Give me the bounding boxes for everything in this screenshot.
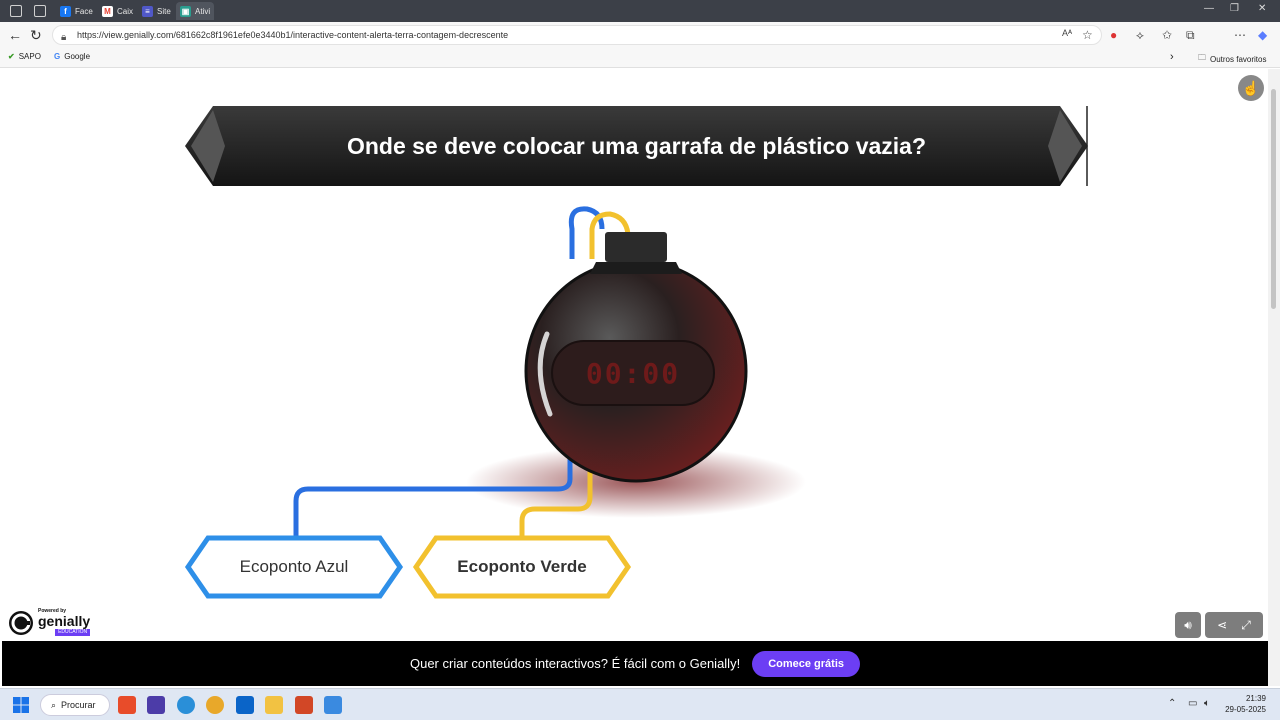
touch-icon[interactable]: ☝ <box>1238 75 1264 101</box>
back-icon[interactable]: ← <box>8 27 22 43</box>
chevron-right-icon[interactable]: › <box>1170 51 1174 63</box>
taskbar-search[interactable]: ⌕ Procurar <box>40 694 110 716</box>
answer-ecoponto-verde[interactable]: Ecoponto Verde <box>412 535 632 599</box>
url-text: https://view.genially.com/681662c8f1961e… <box>77 30 509 40</box>
page-scrollbar[interactable] <box>1268 69 1280 686</box>
chrome-app-icon[interactable] <box>206 696 224 714</box>
outlook-app-icon[interactable] <box>236 696 254 714</box>
clock-time: 21:39 <box>1245 694 1266 703</box>
sound-icon[interactable]: 🔊︎ <box>1175 612 1201 638</box>
other-favorites-label: Outros favoritos <box>1210 54 1267 64</box>
bookmark-label: Google <box>64 52 91 61</box>
photos-app-icon[interactable] <box>324 696 342 714</box>
refresh-icon[interactable]: ↻ <box>30 27 42 43</box>
bookmark-sapo[interactable]: ✔ SAPO <box>8 52 41 61</box>
sapo-icon: ✔ <box>8 52 15 61</box>
restore-icon[interactable]: ❐ <box>1230 3 1239 14</box>
powerpoint-app-icon[interactable] <box>295 696 313 714</box>
genially-g-icon <box>9 610 33 635</box>
folder-icon: 🗀 <box>1198 53 1206 62</box>
tab-label: Ativi <box>195 6 211 16</box>
file-explorer-icon[interactable] <box>265 696 283 714</box>
favorites-icon[interactable]: ✩ <box>1162 28 1172 42</box>
collections-icon[interactable]: ⧉ <box>1186 28 1195 43</box>
search-label: Procurar <box>61 700 96 710</box>
extension-icon[interactable]: ● <box>1110 28 1117 42</box>
copilot-icon[interactable]: ◆ <box>1258 28 1267 42</box>
windows-taskbar: ⌕ Procurar ⌃ ▭ 🔈︎ 21:39 29-05-2025 <box>0 688 1280 720</box>
url-field[interactable]: 🔒︎ https://view.genially.com/681662c8f19… <box>52 25 1102 45</box>
promo-text: Quer criar conteúdos interactivos? É fác… <box>409 656 741 671</box>
browser-tab-bar: f Face M Caix ≡ Site ▣ Ativi — ❐ ✕ <box>0 0 1280 22</box>
genially-canvas: Onde se deve colocar uma garrafa de plás… <box>2 69 1268 641</box>
start-free-button[interactable]: Comece grátis <box>752 650 860 677</box>
read-aloud-icon[interactable]: Aᴬ <box>1062 28 1072 38</box>
answer-label: Ecoponto Verde <box>457 557 587 576</box>
answer-label: Ecoponto Azul <box>239 557 349 576</box>
facebook-icon: f <box>60 5 71 17</box>
genially-wordmark: genially <box>38 613 91 629</box>
bookmark-google[interactable]: G Google <box>54 52 90 61</box>
gmail-icon: M <box>102 5 113 17</box>
countdown-timer: 00:00 <box>585 356 681 390</box>
tab-label: Face <box>75 6 93 16</box>
chevron-up-icon[interactable]: ⌃ <box>1168 698 1176 709</box>
tab-facebook[interactable]: f Face <box>56 2 97 20</box>
answer-ecoponto-azul[interactable]: Ecoponto Azul <box>184 535 404 599</box>
office-app-icon[interactable] <box>118 696 136 714</box>
scrollbar-thumb[interactable] <box>1271 89 1276 309</box>
fullscreen-icon[interactable]: ⤢ <box>1241 618 1251 633</box>
volume-icon[interactable]: 🔈︎ <box>1204 698 1210 709</box>
minimize-icon[interactable]: — <box>1204 3 1214 14</box>
genially-tab-icon: ▣ <box>180 5 191 17</box>
star-icon[interactable]: ☆ <box>1082 28 1093 42</box>
question-banner: Onde se deve colocar uma garrafa de plás… <box>185 106 1088 186</box>
tab-site[interactable]: ≡ Site <box>138 2 175 20</box>
bookmark-label: SAPO <box>18 52 41 61</box>
bookmarks-bar: ✔ SAPO G Google › 🗀 Outros favoritos <box>0 48 1280 68</box>
education-badge: EDUCATION <box>55 629 91 636</box>
tab-label: Site <box>157 6 171 16</box>
edge-app-icon[interactable] <box>177 696 195 714</box>
taskbar-clock[interactable]: 21:39 29-05-2025 <box>1225 693 1266 715</box>
tab-mail[interactable]: M Caix <box>98 2 137 20</box>
network-icon[interactable]: ▭ <box>1188 698 1197 709</box>
share-fullscreen-controls: ⋖ ⤢ <box>1205 612 1263 638</box>
site-icon: ≡ <box>142 5 153 17</box>
other-favorites[interactable]: 🗀 Outros favoritos <box>1198 52 1266 66</box>
workspaces-icon[interactable] <box>10 5 22 17</box>
clock-date: 29-05-2025 <box>1225 705 1266 714</box>
close-icon[interactable]: ✕ <box>1258 3 1266 14</box>
search-icon: ⌕ <box>51 699 57 710</box>
question-text: Onde se deve colocar uma garrafa de plás… <box>346 132 927 159</box>
extensions-puzzle-icon[interactable]: ⟡ <box>1136 28 1144 43</box>
address-bar-row: ← ↻ 🔒︎ https://view.genially.com/681662c… <box>0 22 1280 48</box>
lock-icon: 🔒︎ <box>61 32 67 43</box>
promo-banner: Quer criar conteúdos interactivos? É fác… <box>2 641 1268 686</box>
genially-logo[interactable]: Powered by genially EDUCATION <box>8 609 91 636</box>
windows-start-icon[interactable] <box>12 696 30 714</box>
google-icon: G <box>54 52 61 61</box>
teams-app-icon[interactable] <box>147 696 165 714</box>
tab-label: Caix <box>117 6 134 16</box>
tab-actions-icon[interactable] <box>34 5 46 17</box>
more-icon[interactable]: ⋯ <box>1234 28 1246 42</box>
share-icon[interactable]: ⋖ <box>1217 618 1227 632</box>
tab-active[interactable]: ▣ Ativi <box>176 2 215 20</box>
